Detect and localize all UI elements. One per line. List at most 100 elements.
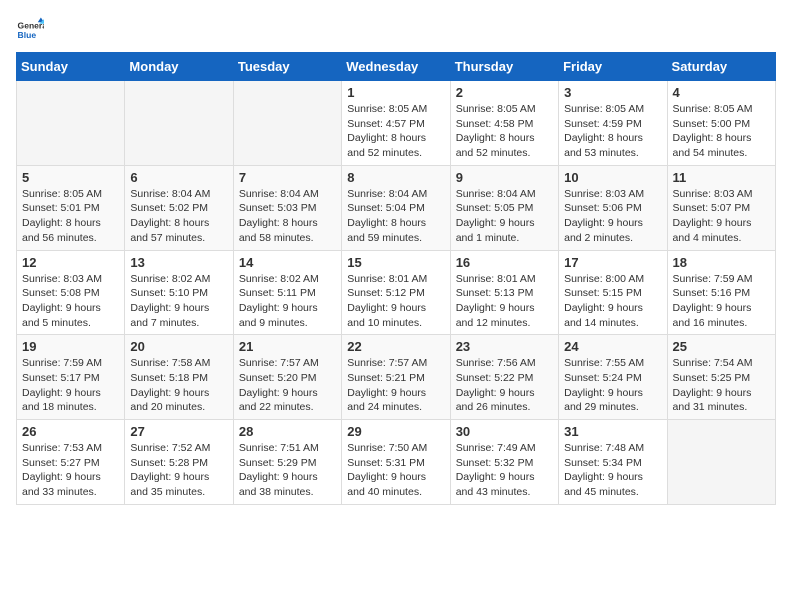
calendar-week-row: 1Sunrise: 8:05 AM Sunset: 4:57 PM Daylig… [17, 81, 776, 166]
day-info: Sunrise: 8:05 AM Sunset: 5:00 PM Dayligh… [673, 102, 770, 161]
calendar-cell [125, 81, 233, 166]
calendar-cell: 27 Sunrise: 7:52 AM Sunset: 5:28 PM Dayli… [125, 420, 233, 505]
day-number: 21 [239, 339, 336, 354]
day-number: 2 [456, 85, 553, 100]
calendar-cell: 4 Sunrise: 8:05 AM Sunset: 5:00 PM Daylig… [667, 81, 775, 166]
calendar-week-row: 26 Sunrise: 7:53 AM Sunset: 5:27 PM Dayli… [17, 420, 776, 505]
day-number: 19 [22, 339, 119, 354]
day-info: Sunrise: 8:00 AM Sunset: 5:15 PM Dayligh… [564, 272, 661, 331]
day-info: Sunrise: 8:03 AM Sunset: 5:07 PM Dayligh… [673, 187, 770, 246]
calendar-cell: 28Sunrise: 7:51 AM Sunset: 5:29 PM Dayli… [233, 420, 341, 505]
day-info: Sunrise: 7:55 AM Sunset: 5:24 PM Dayligh… [564, 356, 661, 415]
day-number: 6 [130, 170, 227, 185]
calendar-cell: 2 Sunrise: 8:05 AM Sunset: 4:58 PM Daylig… [450, 81, 558, 166]
day-number: 29 [347, 424, 444, 439]
svg-text:Blue: Blue [18, 30, 37, 40]
day-info: Sunrise: 7:58 AM Sunset: 5:18 PM Dayligh… [130, 356, 227, 415]
day-info: Sunrise: 7:53 AM Sunset: 5:27 PM Dayligh… [22, 441, 119, 500]
day-info: Sunrise: 7:57 AM Sunset: 5:21 PM Dayligh… [347, 356, 444, 415]
calendar-cell: 18 Sunrise: 7:59 AM Sunset: 5:16 PM Dayli… [667, 250, 775, 335]
day-info: Sunrise: 7:52 AM Sunset: 5:28 PM Dayligh… [130, 441, 227, 500]
calendar-cell: 3Sunrise: 8:05 AM Sunset: 4:59 PM Daylig… [559, 81, 667, 166]
day-info: Sunrise: 8:01 AM Sunset: 5:13 PM Dayligh… [456, 272, 553, 331]
calendar-cell: 24 Sunrise: 7:55 AM Sunset: 5:24 PM Dayli… [559, 335, 667, 420]
day-number: 23 [456, 339, 553, 354]
day-info: Sunrise: 8:03 AM Sunset: 5:08 PM Dayligh… [22, 272, 119, 331]
calendar-cell: 14 Sunrise: 8:02 AM Sunset: 5:11 PM Dayli… [233, 250, 341, 335]
calendar-cell: 1Sunrise: 8:05 AM Sunset: 4:57 PM Daylig… [342, 81, 450, 166]
day-info: Sunrise: 7:59 AM Sunset: 5:16 PM Dayligh… [673, 272, 770, 331]
calendar-cell: 12 Sunrise: 8:03 AM Sunset: 5:08 PM Dayli… [17, 250, 125, 335]
page-header: General Blue [16, 16, 776, 44]
weekday-header-tuesday: Tuesday [233, 53, 341, 81]
calendar-cell: 23Sunrise: 7:56 AM Sunset: 5:22 PM Dayli… [450, 335, 558, 420]
day-number: 14 [239, 255, 336, 270]
calendar-cell [667, 420, 775, 505]
calendar-cell: 22 Sunrise: 7:57 AM Sunset: 5:21 PM Dayli… [342, 335, 450, 420]
calendar-cell [17, 81, 125, 166]
day-info: Sunrise: 8:05 AM Sunset: 4:58 PM Dayligh… [456, 102, 553, 161]
logo: General Blue [16, 16, 44, 44]
day-info: Sunrise: 8:05 AM Sunset: 4:59 PM Dayligh… [564, 102, 661, 161]
calendar-week-row: 12 Sunrise: 8:03 AM Sunset: 5:08 PM Dayli… [17, 250, 776, 335]
day-info: Sunrise: 8:04 AM Sunset: 5:05 PM Dayligh… [456, 187, 553, 246]
calendar-cell: 7 Sunrise: 8:04 AM Sunset: 5:03 PM Daylig… [233, 165, 341, 250]
day-number: 12 [22, 255, 119, 270]
day-number: 31 [564, 424, 661, 439]
calendar-cell: 25 Sunrise: 7:54 AM Sunset: 5:25 PM Dayli… [667, 335, 775, 420]
calendar-cell: 31 Sunrise: 7:48 AM Sunset: 5:34 PM Dayli… [559, 420, 667, 505]
day-info: Sunrise: 8:04 AM Sunset: 5:03 PM Dayligh… [239, 187, 336, 246]
day-info: Sunrise: 8:04 AM Sunset: 5:04 PM Dayligh… [347, 187, 444, 246]
weekday-header-row: SundayMondayTuesdayWednesdayThursdayFrid… [17, 53, 776, 81]
calendar-cell: 30 Sunrise: 7:49 AM Sunset: 5:32 PM Dayli… [450, 420, 558, 505]
weekday-header-saturday: Saturday [667, 53, 775, 81]
weekday-header-thursday: Thursday [450, 53, 558, 81]
day-number: 4 [673, 85, 770, 100]
day-info: Sunrise: 8:03 AM Sunset: 5:06 PM Dayligh… [564, 187, 661, 246]
day-info: Sunrise: 8:04 AM Sunset: 5:02 PM Dayligh… [130, 187, 227, 246]
calendar-cell: 20 Sunrise: 7:58 AM Sunset: 5:18 PM Dayli… [125, 335, 233, 420]
calendar-cell: 13 Sunrise: 8:02 AM Sunset: 5:10 PM Dayli… [125, 250, 233, 335]
weekday-header-friday: Friday [559, 53, 667, 81]
weekday-header-monday: Monday [125, 53, 233, 81]
day-number: 7 [239, 170, 336, 185]
calendar-cell: 26 Sunrise: 7:53 AM Sunset: 5:27 PM Dayli… [17, 420, 125, 505]
day-number: 26 [22, 424, 119, 439]
calendar-week-row: 5 Sunrise: 8:05 AM Sunset: 5:01 PM Daylig… [17, 165, 776, 250]
day-number: 20 [130, 339, 227, 354]
day-number: 22 [347, 339, 444, 354]
day-number: 18 [673, 255, 770, 270]
day-number: 25 [673, 339, 770, 354]
calendar-cell: 16 Sunrise: 8:01 AM Sunset: 5:13 PM Dayli… [450, 250, 558, 335]
calendar-cell: 5 Sunrise: 8:05 AM Sunset: 5:01 PM Daylig… [17, 165, 125, 250]
calendar-cell: 10Sunrise: 8:03 AM Sunset: 5:06 PM Dayli… [559, 165, 667, 250]
day-number: 13 [130, 255, 227, 270]
day-number: 15 [347, 255, 444, 270]
day-number: 1 [347, 85, 444, 100]
day-number: 28 [239, 424, 336, 439]
calendar-cell: 29 Sunrise: 7:50 AM Sunset: 5:31 PM Dayli… [342, 420, 450, 505]
day-number: 16 [456, 255, 553, 270]
calendar-cell: 17Sunrise: 8:00 AM Sunset: 5:15 PM Dayli… [559, 250, 667, 335]
calendar-cell: 21 Sunrise: 7:57 AM Sunset: 5:20 PM Dayli… [233, 335, 341, 420]
day-info: Sunrise: 7:57 AM Sunset: 5:20 PM Dayligh… [239, 356, 336, 415]
day-info: Sunrise: 7:59 AM Sunset: 5:17 PM Dayligh… [22, 356, 119, 415]
day-info: Sunrise: 7:48 AM Sunset: 5:34 PM Dayligh… [564, 441, 661, 500]
calendar-cell: 6 Sunrise: 8:04 AM Sunset: 5:02 PM Daylig… [125, 165, 233, 250]
day-info: Sunrise: 7:50 AM Sunset: 5:31 PM Dayligh… [347, 441, 444, 500]
day-number: 30 [456, 424, 553, 439]
day-info: Sunrise: 7:49 AM Sunset: 5:32 PM Dayligh… [456, 441, 553, 500]
calendar-week-row: 19 Sunrise: 7:59 AM Sunset: 5:17 PM Dayli… [17, 335, 776, 420]
calendar-cell: 9Sunrise: 8:04 AM Sunset: 5:05 PM Daylig… [450, 165, 558, 250]
day-info: Sunrise: 8:02 AM Sunset: 5:10 PM Dayligh… [130, 272, 227, 331]
day-number: 24 [564, 339, 661, 354]
day-info: Sunrise: 8:02 AM Sunset: 5:11 PM Dayligh… [239, 272, 336, 331]
day-info: Sunrise: 7:54 AM Sunset: 5:25 PM Dayligh… [673, 356, 770, 415]
calendar-cell: 19 Sunrise: 7:59 AM Sunset: 5:17 PM Dayli… [17, 335, 125, 420]
calendar-cell: 11Sunrise: 8:03 AM Sunset: 5:07 PM Dayli… [667, 165, 775, 250]
day-number: 5 [22, 170, 119, 185]
calendar-table: SundayMondayTuesdayWednesdayThursdayFrid… [16, 52, 776, 505]
calendar-cell: 8Sunrise: 8:04 AM Sunset: 5:04 PM Daylig… [342, 165, 450, 250]
day-info: Sunrise: 8:05 AM Sunset: 5:01 PM Dayligh… [22, 187, 119, 246]
day-number: 27 [130, 424, 227, 439]
